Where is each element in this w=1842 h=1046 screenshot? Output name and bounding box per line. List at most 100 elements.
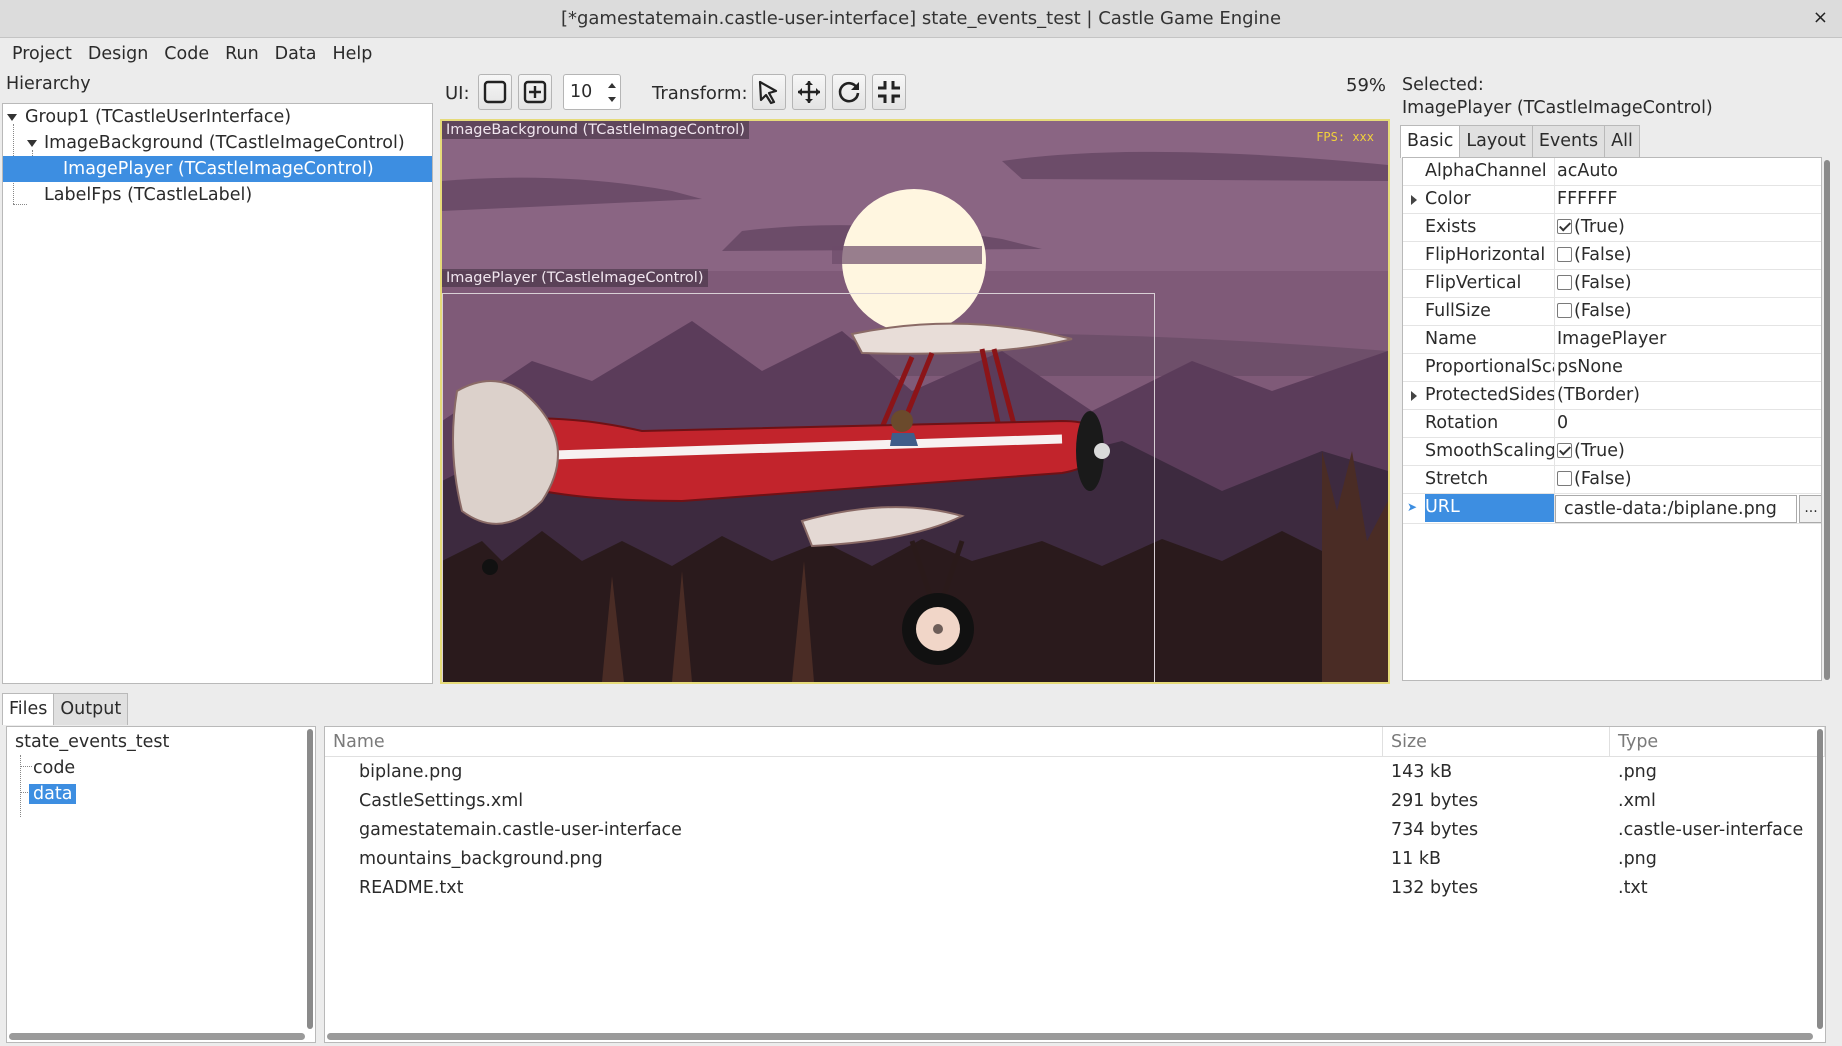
inspector-scrollbar[interactable] — [1824, 160, 1830, 680]
column-header-name[interactable]: Name — [325, 727, 1383, 757]
property-name: ProtectedSides — [1425, 382, 1555, 409]
folder-data[interactable]: data — [29, 781, 77, 807]
file-list-hscrollbar[interactable] — [327, 1033, 1813, 1040]
file-size: 132 bytes — [1391, 878, 1479, 898]
file-type: .castle-user-interface — [1618, 820, 1804, 840]
property-row-fullsize[interactable]: FullSize (False) — [1403, 298, 1821, 326]
property-row-url[interactable]: ➤ URL ... — [1403, 494, 1821, 524]
menu-help[interactable]: Help — [324, 44, 380, 64]
file-type: .txt — [1618, 878, 1648, 898]
tab-files[interactable]: Files — [2, 693, 55, 725]
window-titlebar: [*gamestatemain.castle-user-interface] s… — [0, 0, 1842, 38]
select-mode-button[interactable] — [752, 74, 786, 110]
fliphorizontal-checkbox[interactable] — [1557, 247, 1572, 262]
file-size: 11 kB — [1391, 849, 1441, 869]
menu-project[interactable]: Project — [4, 44, 80, 64]
property-row-rotation[interactable]: Rotation 0 — [1403, 410, 1821, 438]
property-name: FullSize — [1425, 298, 1555, 325]
browse-button[interactable]: ... — [1799, 495, 1821, 523]
property-value[interactable]: acAuto — [1557, 158, 1618, 185]
hierarchy-item-imagebackground[interactable]: ImageBackground (TCastleImageControl) — [3, 130, 432, 156]
url-input[interactable] — [1555, 495, 1797, 523]
property-value[interactable]: (False) — [1557, 270, 1632, 297]
rotate-mode-button[interactable] — [832, 74, 866, 110]
checkbox-label: (False) — [1574, 301, 1632, 321]
spin-up-icon[interactable] — [608, 83, 616, 88]
menu-code[interactable]: Code — [156, 44, 217, 64]
property-value[interactable]: 0 — [1557, 410, 1568, 437]
checkbox-label: (False) — [1574, 245, 1632, 265]
property-value[interactable]: (False) — [1557, 242, 1632, 269]
file-row[interactable]: README.txt 132 bytes .txt — [325, 874, 1825, 903]
grid-size-input[interactable] — [570, 82, 600, 102]
checkbox-label: (True) — [1574, 441, 1625, 461]
hierarchy-item-labelfps[interactable]: LabelFps (TCastleLabel) — [3, 182, 432, 208]
spin-down-icon[interactable] — [608, 97, 616, 102]
menu-data[interactable]: Data — [267, 44, 325, 64]
property-value[interactable]: (TBorder) — [1557, 382, 1640, 409]
hierarchy-item-imageplayer[interactable]: ImagePlayer (TCastleImageControl) — [3, 156, 432, 182]
file-row[interactable]: mountains_background.png 11 kB .png — [325, 845, 1825, 874]
file-list-scrollbar[interactable] — [1817, 729, 1823, 1029]
folder-code[interactable]: code — [33, 755, 75, 781]
property-row-smoothscaling[interactable]: SmoothScaling (True) — [1403, 438, 1821, 466]
resize-mode-button[interactable] — [872, 74, 906, 110]
property-row-flipvertical[interactable]: FlipVertical (False) — [1403, 270, 1821, 298]
stretch-checkbox[interactable] — [1557, 471, 1572, 486]
property-row-stretch[interactable]: Stretch (False) — [1403, 466, 1821, 494]
column-header-type[interactable]: Type — [1610, 727, 1825, 757]
design-viewport[interactable]: ImageBackground (TCastleImageControl) FP… — [440, 119, 1390, 684]
expand-property-icon[interactable] — [1411, 391, 1417, 401]
tab-layout[interactable]: Layout — [1459, 125, 1533, 157]
column-header-size[interactable]: Size — [1383, 727, 1610, 757]
grid-size-spinner[interactable] — [563, 74, 621, 110]
property-row-alphachannel[interactable]: AlphaChannel acAuto — [1403, 158, 1821, 186]
tab-output[interactable]: Output — [53, 693, 129, 725]
file-row[interactable]: CastleSettings.xml 291 bytes .xml — [325, 787, 1825, 816]
close-icon[interactable]: × — [1813, 0, 1828, 36]
file-row[interactable]: biplane.png 143 kB .png — [325, 758, 1825, 787]
property-value[interactable]: psNone — [1557, 354, 1623, 381]
property-value[interactable]: (False) — [1557, 298, 1632, 325]
expand-arrow-icon[interactable] — [27, 140, 37, 147]
property-value[interactable]: FFFFFF — [1557, 186, 1617, 213]
rotate-icon — [838, 81, 860, 103]
menu-design[interactable]: Design — [80, 44, 156, 64]
file-row[interactable]: gamestatemain.castle-user-interface 734 … — [325, 816, 1825, 845]
tab-basic[interactable]: Basic — [1400, 125, 1461, 158]
hierarchy-item-group1[interactable]: Group1 (TCastleUserInterface) — [3, 104, 432, 130]
property-row-color[interactable]: Color FFFFFF — [1403, 186, 1821, 214]
smoothscaling-checkbox[interactable] — [1557, 443, 1572, 458]
folder-tree-scrollbar[interactable] — [307, 729, 313, 1029]
property-row-fliphorizontal[interactable]: FlipHorizontal (False) — [1403, 242, 1821, 270]
file-list: Name Size Type biplane.png 143 kB .png C… — [324, 726, 1826, 1043]
property-name: ProportionalScaling — [1425, 354, 1555, 381]
menu-run[interactable]: Run — [217, 44, 267, 64]
property-row-name[interactable]: Name ImagePlayer — [1403, 326, 1821, 354]
property-row-protectedsides[interactable]: ProtectedSides (TBorder) — [1403, 382, 1821, 410]
expand-property-icon[interactable] — [1411, 195, 1417, 205]
property-value[interactable]: (True) — [1557, 438, 1625, 465]
expand-arrow-icon[interactable] — [7, 114, 17, 121]
exists-checkbox[interactable] — [1557, 219, 1572, 234]
property-value[interactable]: (True) — [1557, 214, 1625, 241]
move-mode-button[interactable] — [792, 74, 826, 110]
tab-all[interactable]: All — [1604, 125, 1640, 157]
select-ui-button[interactable] — [478, 74, 512, 110]
flipvertical-checkbox[interactable] — [1557, 275, 1572, 290]
add-ui-button[interactable] — [518, 74, 552, 110]
folder-root[interactable]: state_events_test — [15, 729, 169, 755]
property-value[interactable]: (False) — [1557, 466, 1632, 493]
property-row-exists[interactable]: Exists (True) — [1403, 214, 1821, 242]
hierarchy-tree: Group1 (TCastleUserInterface) ImageBackg… — [2, 103, 433, 684]
fullsize-checkbox[interactable] — [1557, 303, 1572, 318]
property-grid: AlphaChannel acAuto Color FFFFFF Exists … — [1402, 157, 1822, 681]
property-row-proportionalscaling[interactable]: ProportionalScaling psNone — [1403, 354, 1821, 382]
property-value[interactable]: ImagePlayer — [1557, 326, 1666, 353]
selected-caption: Selected: — [1402, 75, 1484, 95]
inspector-tabs: Basic Layout Events All — [1400, 125, 1640, 158]
tab-events[interactable]: Events — [1531, 125, 1606, 157]
add-ui-icon — [523, 80, 547, 104]
resize-icon — [878, 81, 900, 103]
folder-tree-hscrollbar[interactable] — [9, 1033, 305, 1040]
